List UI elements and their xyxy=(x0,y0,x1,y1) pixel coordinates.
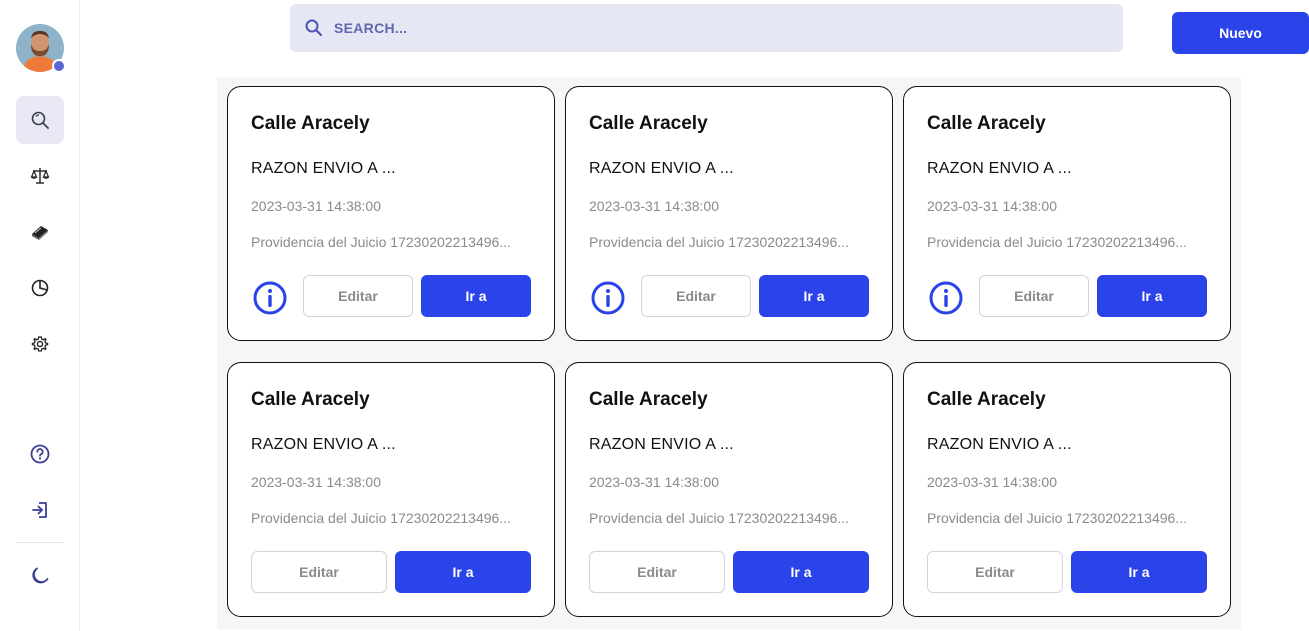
status-indicator xyxy=(52,59,66,73)
sidebar-item-help[interactable] xyxy=(16,430,64,478)
card-razon: RAZON ENVIO A ... xyxy=(251,436,396,453)
sidebar-item-settings[interactable] xyxy=(16,320,64,368)
go-to-button[interactable]: Ir a xyxy=(1097,275,1207,317)
go-to-button[interactable]: Ir a xyxy=(733,551,869,593)
card-razon: RAZON ENVIO A ... xyxy=(251,160,396,177)
sidebar-item-theme[interactable] xyxy=(16,552,64,600)
edit-button[interactable]: Editar xyxy=(589,551,725,593)
book-icon xyxy=(32,226,48,240)
result-card: Calle Aracely RAZON ENVIO A ... 2023-03-31… xyxy=(565,362,893,617)
sidebar-item-reports[interactable] xyxy=(16,264,64,312)
card-title: Calle Aracely xyxy=(589,113,708,134)
card-date: 2023-03-31 14:38:00 xyxy=(589,474,719,490)
avatar[interactable] xyxy=(16,24,66,73)
card-razon: RAZON ENVIO A ... xyxy=(927,436,1072,453)
go-to-button[interactable]: Ir a xyxy=(421,275,531,317)
moon-icon xyxy=(32,567,49,584)
sidebar-item-search[interactable] xyxy=(16,96,64,144)
edit-button[interactable]: Editar xyxy=(641,275,751,317)
card-title: Calle Aracely xyxy=(251,113,370,134)
card-title: Calle Aracely xyxy=(251,389,370,410)
edit-button[interactable]: Editar xyxy=(979,275,1089,317)
card-razon: RAZON ENVIO A ... xyxy=(927,160,1072,177)
logout-icon xyxy=(32,502,47,518)
card-providencia: Providencia del Juicio 17230202213496... xyxy=(927,234,1187,250)
sidebar-divider xyxy=(16,542,64,543)
card-providencia: Providencia del Juicio 17230202213496... xyxy=(251,234,511,250)
edit-button[interactable]: Editar xyxy=(927,551,1063,593)
sidebar xyxy=(0,0,80,631)
go-to-button[interactable]: Ir a xyxy=(395,551,531,593)
card-title: Calle Aracely xyxy=(927,113,1046,134)
card-providencia: Providencia del Juicio 17230202213496... xyxy=(927,510,1187,526)
go-to-button[interactable]: Ir a xyxy=(1071,551,1207,593)
go-to-button[interactable]: Ir a xyxy=(759,275,869,317)
info-icon[interactable] xyxy=(252,280,288,316)
edit-button[interactable]: Editar xyxy=(303,275,413,317)
help-icon xyxy=(30,444,50,464)
scale-icon xyxy=(30,168,50,184)
edit-button[interactable]: Editar xyxy=(251,551,387,593)
card-title: Calle Aracely xyxy=(589,389,708,410)
card-razon: RAZON ENVIO A ... xyxy=(589,436,734,453)
result-card: Calle Aracely RAZON ENVIO A ... 2023-03-31… xyxy=(565,86,893,341)
result-card: Calle Aracely RAZON ENVIO A ... 2023-03-31… xyxy=(903,362,1231,617)
card-providencia: Providencia del Juicio 17230202213496... xyxy=(251,510,511,526)
result-card: Calle Aracely RAZON ENVIO A ... 2023-03-31… xyxy=(227,362,555,617)
search-icon xyxy=(305,19,323,37)
info-icon[interactable] xyxy=(590,280,626,316)
sidebar-item-logout[interactable] xyxy=(16,486,64,534)
search-icon xyxy=(31,111,49,129)
card-date: 2023-03-31 14:38:00 xyxy=(251,198,381,214)
gear-icon xyxy=(31,336,49,352)
result-card: Calle Aracely RAZON ENVIO A ... 2023-03-31… xyxy=(227,86,555,341)
card-date: 2023-03-31 14:38:00 xyxy=(589,198,719,214)
card-razon: RAZON ENVIO A ... xyxy=(589,160,734,177)
app-root: Nuevo Calle Aracely RAZON ENVIO A ... 2023… xyxy=(0,0,1309,631)
new-button[interactable]: Nuevo xyxy=(1172,12,1309,54)
card-title: Calle Aracely xyxy=(927,389,1046,410)
card-date: 2023-03-31 14:38:00 xyxy=(927,198,1057,214)
search-bar[interactable] xyxy=(290,4,1123,52)
search-input[interactable] xyxy=(334,20,1034,36)
result-card: Calle Aracely RAZON ENVIO A ... 2023-03-31… xyxy=(903,86,1231,341)
info-icon[interactable] xyxy=(928,280,964,316)
card-providencia: Providencia del Juicio 17230202213496... xyxy=(589,510,849,526)
sidebar-item-books[interactable] xyxy=(16,208,64,256)
pie-chart-icon xyxy=(31,279,49,297)
card-providencia: Providencia del Juicio 17230202213496... xyxy=(589,234,849,250)
sidebar-item-justice[interactable] xyxy=(16,152,64,200)
card-date: 2023-03-31 14:38:00 xyxy=(927,474,1057,490)
card-date: 2023-03-31 14:38:00 xyxy=(251,474,381,490)
